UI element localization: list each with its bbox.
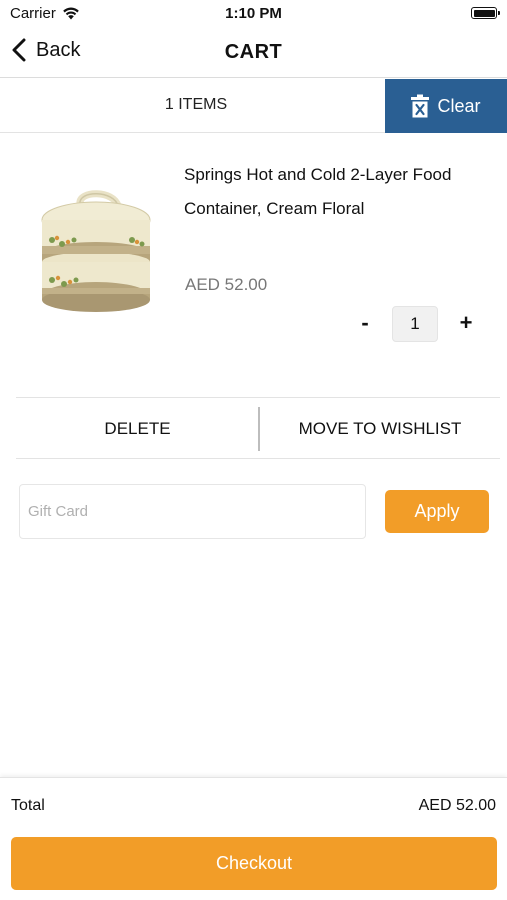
checkout-button[interactable]: Checkout (11, 837, 497, 890)
status-time: 1:10 PM (225, 5, 282, 22)
items-count: 1 ITEMS (164, 96, 228, 113)
item-actions: DELETE MOVE TO WISHLIST (16, 397, 500, 459)
gift-card-input[interactable] (19, 484, 366, 539)
quantity-value[interactable]: 1 (392, 306, 438, 342)
apply-button[interactable]: Apply (385, 490, 489, 533)
quantity-decrease-button[interactable]: - (355, 310, 375, 336)
cart-header: 1 ITEMS Clear (0, 79, 507, 133)
nav-bar: Back CART (0, 28, 507, 78)
status-bar: Carrier 1:10 PM (0, 0, 507, 28)
total-value: AED 52.00 (418, 797, 496, 814)
battery-icon (471, 7, 500, 19)
quantity-increase-button[interactable]: + (455, 310, 477, 336)
checkout-footer: Total AED 52.00 Checkout (0, 777, 507, 900)
move-to-wishlist-button[interactable]: MOVE TO WISHLIST (260, 398, 500, 459)
product-price: AED 52.00 (185, 275, 268, 294)
trash-icon (411, 94, 430, 118)
clear-label: Clear (437, 95, 481, 116)
delete-button[interactable]: DELETE (16, 398, 259, 459)
product-name[interactable]: Springs Hot and Cold 2-Layer Food Contai… (184, 158, 484, 226)
total-label: Total (11, 797, 45, 814)
page-title: CART (224, 41, 283, 63)
clear-button[interactable]: Clear (385, 79, 507, 133)
product-image (34, 182, 158, 324)
